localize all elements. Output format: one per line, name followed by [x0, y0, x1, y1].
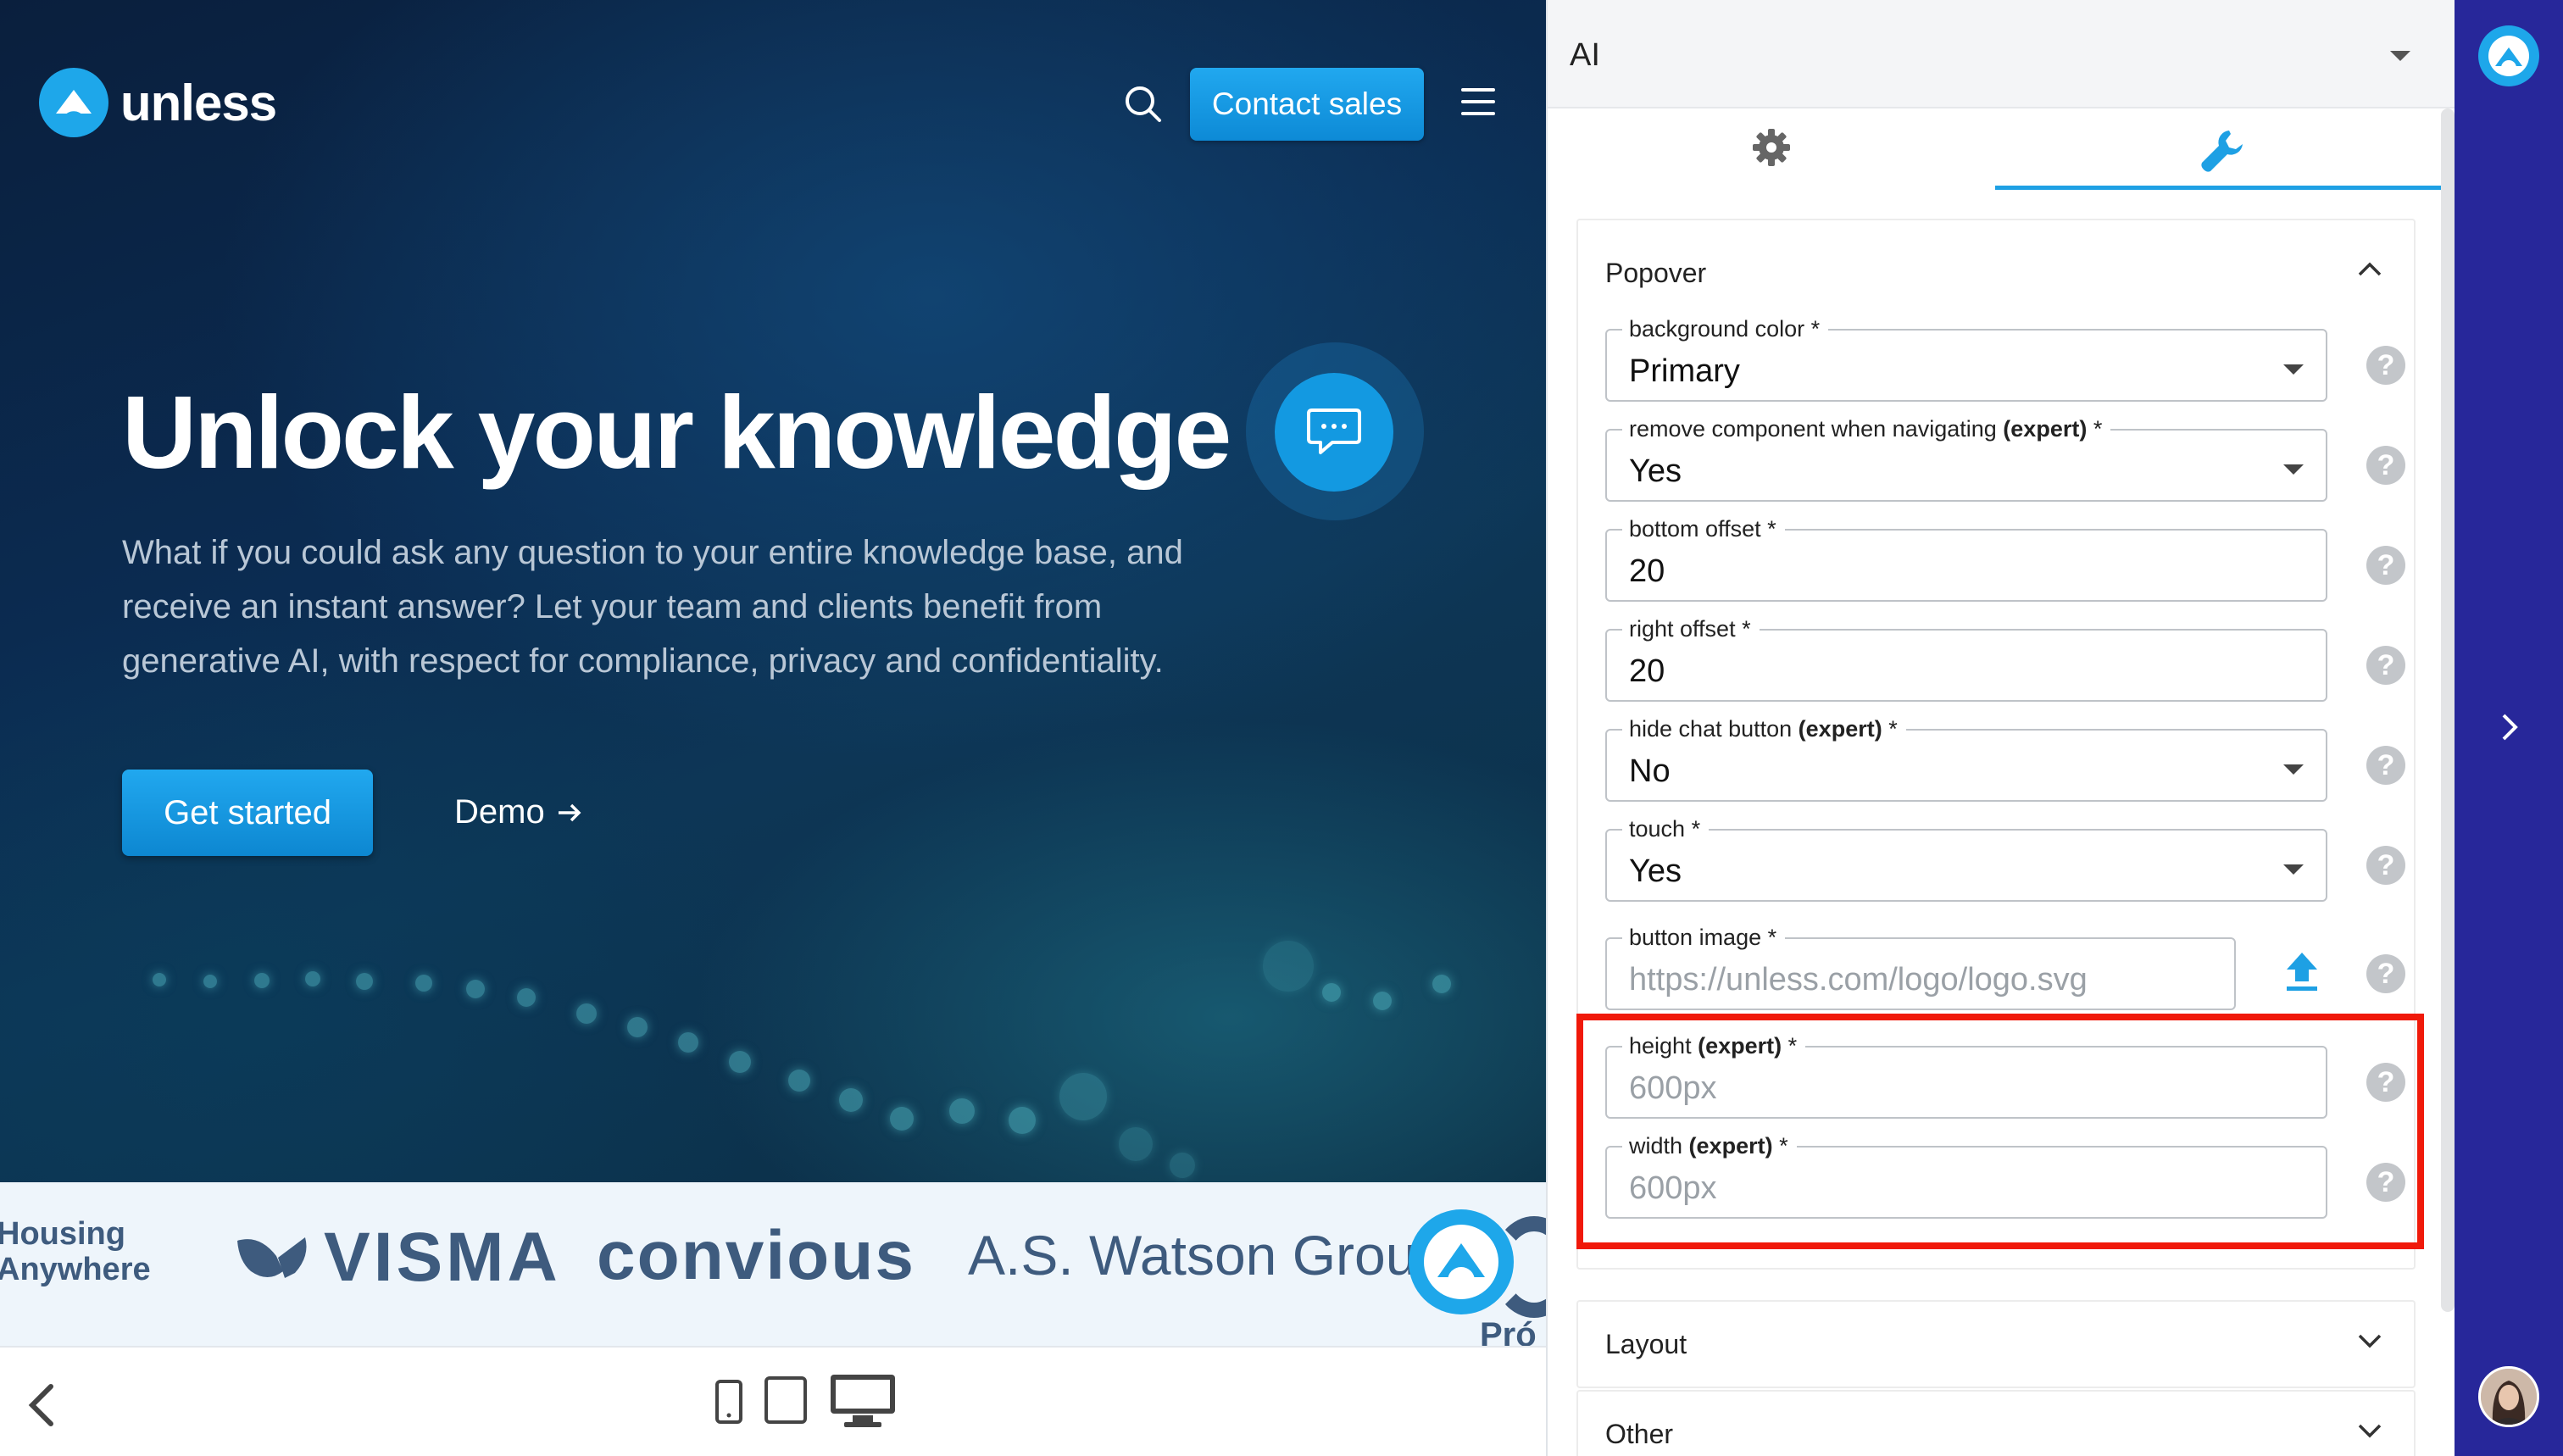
gear-icon	[1753, 129, 1790, 166]
wrench-icon	[2201, 131, 2243, 172]
app-rail	[2455, 0, 2563, 1456]
chevron-down-icon	[2283, 464, 2304, 475]
help-icon[interactable]: ?	[2366, 646, 2405, 685]
particle	[466, 980, 485, 998]
help-icon[interactable]: ?	[2366, 846, 2405, 885]
particle	[1059, 1073, 1107, 1120]
background-color-select[interactable]: background color * Primary	[1605, 315, 2327, 402]
chevron-down-icon	[2283, 364, 2304, 375]
particle	[415, 975, 432, 992]
particle	[1170, 1153, 1195, 1178]
component-editor-panel: AI Popover background color * Primary ? …	[1546, 0, 2455, 1456]
convious-logo: convious	[597, 1217, 915, 1294]
particle	[254, 973, 270, 988]
as-watson-logo: A.S. Watson Group	[968, 1224, 1448, 1287]
particle	[203, 975, 217, 988]
particle	[839, 1088, 863, 1112]
chevron-down-icon	[2356, 1422, 2383, 1443]
arrow-right-icon	[558, 803, 581, 821]
highlight-box	[1576, 1014, 2424, 1249]
hero-section: unless Contact sales Unlock your knowled…	[0, 0, 1546, 1182]
panel-tabs	[1548, 108, 2443, 190]
chevron-down-icon	[2356, 1332, 2383, 1353]
particle	[1373, 992, 1392, 1010]
partial-brand-text: Pró	[1480, 1316, 1537, 1346]
demo-link-label: Demo	[454, 793, 545, 831]
particle	[517, 988, 536, 1007]
visma-mark-icon	[237, 1237, 307, 1278]
chevron-down-icon	[2283, 864, 2304, 875]
customer-logos-bar: Housing Anywhere VISMA convious A.S. Wat…	[0, 1182, 1546, 1346]
panel-scrollbar[interactable]	[2441, 108, 2455, 1312]
help-icon[interactable]: ?	[2366, 954, 2405, 993]
tablet-device-icon[interactable]	[763, 1375, 809, 1430]
help-icon[interactable]: ?	[2366, 346, 2405, 385]
unless-rail-logo[interactable]	[2478, 25, 2539, 86]
particle	[305, 971, 320, 986]
demo-link[interactable]: Demo	[454, 793, 582, 831]
search-icon[interactable]	[1120, 81, 1166, 127]
unless-emblem-logo	[1409, 1209, 1514, 1314]
website-preview: unless Contact sales Unlock your knowled…	[0, 0, 1546, 1456]
mobile-device-icon[interactable]	[714, 1378, 744, 1430]
particle	[1432, 975, 1451, 993]
remove-on-navigate-select[interactable]: remove component when navigating (expert…	[1605, 415, 2327, 502]
chat-launcher-button[interactable]	[1275, 373, 1393, 492]
preview-toolbar	[0, 1346, 1546, 1456]
help-icon[interactable]: ?	[2366, 446, 2405, 485]
particle	[576, 1003, 597, 1024]
help-icon[interactable]: ?	[2366, 546, 2405, 585]
right-offset-input[interactable]: right offset * 20	[1605, 615, 2327, 702]
particle	[949, 1098, 975, 1124]
bottom-offset-input[interactable]: bottom offset * 20	[1605, 515, 2327, 602]
housing-anywhere-logo: Housing Anywhere	[0, 1216, 151, 1287]
brand-name: unless	[120, 74, 277, 131]
get-started-button[interactable]: Get started	[122, 770, 373, 856]
particle	[788, 1070, 810, 1092]
particle	[890, 1107, 914, 1131]
chevron-down-icon	[2283, 764, 2304, 775]
hide-chat-button-select[interactable]: hide chat button (expert) * No	[1605, 715, 2327, 802]
popover-section-title: Popover	[1605, 258, 1707, 288]
touch-select[interactable]: touch * Yes	[1605, 815, 2327, 902]
back-chevron-icon[interactable]	[25, 1381, 59, 1429]
desktop-device-icon[interactable]	[829, 1373, 897, 1433]
particle	[678, 1032, 698, 1053]
chevron-right-icon[interactable]	[2492, 710, 2526, 748]
chevron-down-icon[interactable]	[2390, 51, 2410, 61]
particle	[729, 1051, 751, 1073]
particle	[153, 973, 166, 986]
particle	[1119, 1127, 1153, 1161]
upload-icon[interactable]	[2282, 948, 2322, 995]
particle	[1009, 1107, 1036, 1134]
layout-section[interactable]: Layout	[1576, 1300, 2416, 1388]
button-image-input[interactable]: button image * https://unless.com/logo/l…	[1605, 924, 2236, 1010]
help-icon[interactable]: ?	[2366, 746, 2405, 785]
visma-logo: VISMA	[234, 1218, 561, 1298]
component-title: AI	[1570, 37, 1600, 73]
hero-title: Unlock your knowledge	[122, 375, 1231, 490]
unless-logo-icon	[39, 68, 108, 137]
particle	[1322, 983, 1341, 1002]
unless-logo[interactable]: unless	[39, 68, 277, 137]
component-selector[interactable]: AI	[1548, 0, 2455, 108]
particle	[356, 973, 373, 990]
tab-settings[interactable]	[1548, 108, 1995, 190]
particle	[627, 1017, 648, 1037]
hero-description: What if you could ask any question to yo…	[122, 534, 1183, 680]
hamburger-menu-icon[interactable]	[1461, 88, 1495, 119]
user-avatar[interactable]	[2478, 1366, 2539, 1427]
other-section[interactable]: Other	[1576, 1390, 2416, 1456]
particle	[1263, 941, 1314, 992]
contact-sales-button[interactable]: Contact sales	[1190, 68, 1424, 141]
tab-tools[interactable]	[1995, 108, 2443, 190]
popover-section: Popover background color * Primary ? rem…	[1576, 219, 2424, 1270]
chevron-up-icon[interactable]	[2356, 261, 2383, 282]
chat-icon	[1307, 408, 1361, 454]
